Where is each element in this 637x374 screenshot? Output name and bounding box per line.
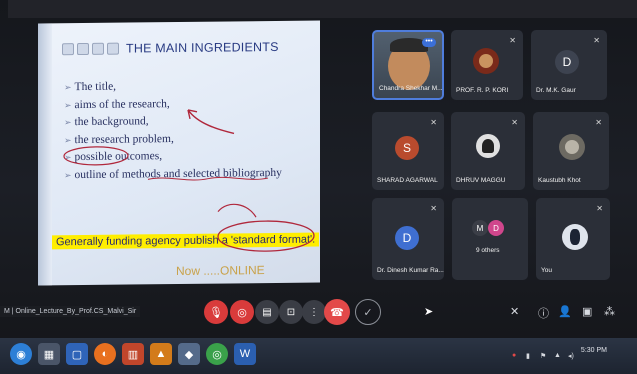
captions-icon[interactable]: ▤ xyxy=(255,300,279,324)
participant-tile[interactable]: ✕ Kaustubh Khot xyxy=(533,112,609,190)
mic-off-icon[interactable]: 🎙 xyxy=(204,300,228,324)
participant-tile[interactable]: ✕ D Dr. Dinesh Kumar Ra... xyxy=(372,198,444,280)
meeting-title: M | Online_Lecture_By_Prof.CS_Malvi_Sir xyxy=(0,306,141,317)
avatar: S xyxy=(395,136,419,160)
participant-name: Dr. Dinesh Kumar Ra... xyxy=(377,267,444,274)
avatar xyxy=(473,48,499,74)
word-icon[interactable]: W xyxy=(234,343,256,365)
participant-name: 9 others xyxy=(476,247,500,254)
chrome-icon[interactable]: ◎ xyxy=(206,343,228,365)
avatar: M xyxy=(472,220,488,236)
slide-bullet: ➢ possible outcomes, xyxy=(64,150,163,164)
start-icon[interactable]: ◉ xyxy=(10,343,32,365)
tray-icon[interactable]: ▮ xyxy=(526,352,530,360)
mic-off-icon: ✕ xyxy=(430,204,437,213)
participant-tile-active[interactable]: ••• Chandra Shekhar M... xyxy=(372,30,444,100)
mute-icon[interactable]: ✕ xyxy=(510,305,519,318)
participant-tile-self[interactable]: ✕ You xyxy=(536,198,610,280)
mic-off-icon: ✕ xyxy=(430,118,437,127)
more-options-icon[interactable]: ⋮ xyxy=(302,300,326,324)
slide-toolbar xyxy=(62,42,122,58)
slide-highlight-text: Generally funding agency publish a 'stan… xyxy=(52,232,320,250)
end-call-icon[interactable]: ☎ xyxy=(324,299,350,325)
participant-name: You xyxy=(541,267,552,274)
call-controls: M | Online_Lecture_By_Prof.CS_Malvi_Sir … xyxy=(0,292,637,334)
app-icon[interactable]: ◆ xyxy=(178,343,200,365)
avatar: D xyxy=(555,50,579,74)
flag-icon[interactable]: ⚑ xyxy=(540,352,546,360)
chat-icon[interactable]: ▣ xyxy=(582,305,592,318)
slide-bullet-list: ➢ The title, ➢ aims of the research, ➢ the … xyxy=(64,77,282,185)
mic-off-icon: ✕ xyxy=(595,118,602,127)
mouse-cursor-icon: ➤ xyxy=(424,306,434,318)
avatar xyxy=(562,224,588,250)
app-icon[interactable]: ▦ xyxy=(38,343,60,365)
app-icon[interactable]: ▢ xyxy=(66,343,88,365)
network-icon[interactable]: ▲ xyxy=(554,352,561,359)
mic-off-icon: ✕ xyxy=(511,118,518,127)
firefox-icon[interactable]: ◐ xyxy=(94,343,116,365)
mic-off-icon: ✕ xyxy=(509,36,516,45)
participant-name: DHRUV MAGGU xyxy=(456,177,506,184)
participant-tile[interactable]: ✕ D Dr. M.K. Gaur xyxy=(531,30,607,100)
slide-panel-strip xyxy=(38,23,52,286)
participant-name: Chandra Shekhar M... xyxy=(379,85,443,92)
slide-title: THE MAIN INGREDIENTS xyxy=(126,39,279,56)
pointer-circle-icon[interactable]: ✓ xyxy=(355,299,381,325)
camera-off-icon[interactable]: ◎ xyxy=(230,300,254,324)
presentation-slide: THE MAIN INGREDIENTS ➢ The title, ➢ aims o… xyxy=(38,20,320,286)
volume-icon[interactable]: ◂) xyxy=(568,352,574,360)
slide-bullet: ➢ the research problem, xyxy=(64,132,174,146)
participant-tile[interactable]: ✕ S SHARAD AGARWAL xyxy=(372,112,444,190)
system-clock[interactable]: 5:30 PM xyxy=(581,346,607,355)
screen: THE MAIN INGREDIENTS ➢ The title, ➢ aims o… xyxy=(0,0,637,374)
avatar xyxy=(476,134,500,158)
people-icon[interactable]: 👤 xyxy=(558,305,572,318)
slide-bullet: ➢ outline of methods and selected bibliog… xyxy=(64,166,282,182)
slide-bullet: ➢ aims of the research, xyxy=(64,97,170,111)
avatar: D xyxy=(395,226,419,250)
mic-off-icon: ✕ xyxy=(596,204,603,213)
avatar xyxy=(559,134,585,160)
slide-footer: Now .....ONLINE xyxy=(176,263,265,279)
participant-name: Dr. M.K. Gaur xyxy=(536,87,576,94)
participant-name: PROF. R. P. KORI xyxy=(456,87,509,94)
avatar: D xyxy=(488,220,504,236)
participant-name: SHARAD AGARWAL xyxy=(377,177,438,184)
activities-icon[interactable]: ⁂ xyxy=(604,305,615,318)
participant-name: Kaustubh Khot xyxy=(538,177,581,184)
info-icon[interactable]: ⓘ xyxy=(538,305,549,321)
mic-off-icon: ✕ xyxy=(593,36,600,45)
app-icon[interactable]: ▲ xyxy=(150,343,172,365)
present-icon[interactable]: ⊡ xyxy=(279,300,303,324)
slide-bullet: ➢ The title, xyxy=(64,80,117,94)
window-top-bar xyxy=(8,0,637,18)
os-taskbar: ◉ ▦ ▢ ◐ ▥ ▲ ◆ ◎ W ● ▮ ⚑ ▲ ◂) 5:30 PM xyxy=(0,338,637,374)
slide-bullet: ➢ the background, xyxy=(64,115,149,129)
participant-tile-others[interactable]: M D 9 others xyxy=(452,198,528,280)
participant-tile[interactable]: ✕ DHRUV MAGGU xyxy=(451,112,525,190)
participant-tile[interactable]: ✕ PROF. R. P. KORI xyxy=(451,30,523,100)
more-options-icon[interactable]: ••• xyxy=(422,38,436,47)
tray-icon[interactable]: ● xyxy=(512,352,516,359)
app-icon[interactable]: ▥ xyxy=(122,343,144,365)
